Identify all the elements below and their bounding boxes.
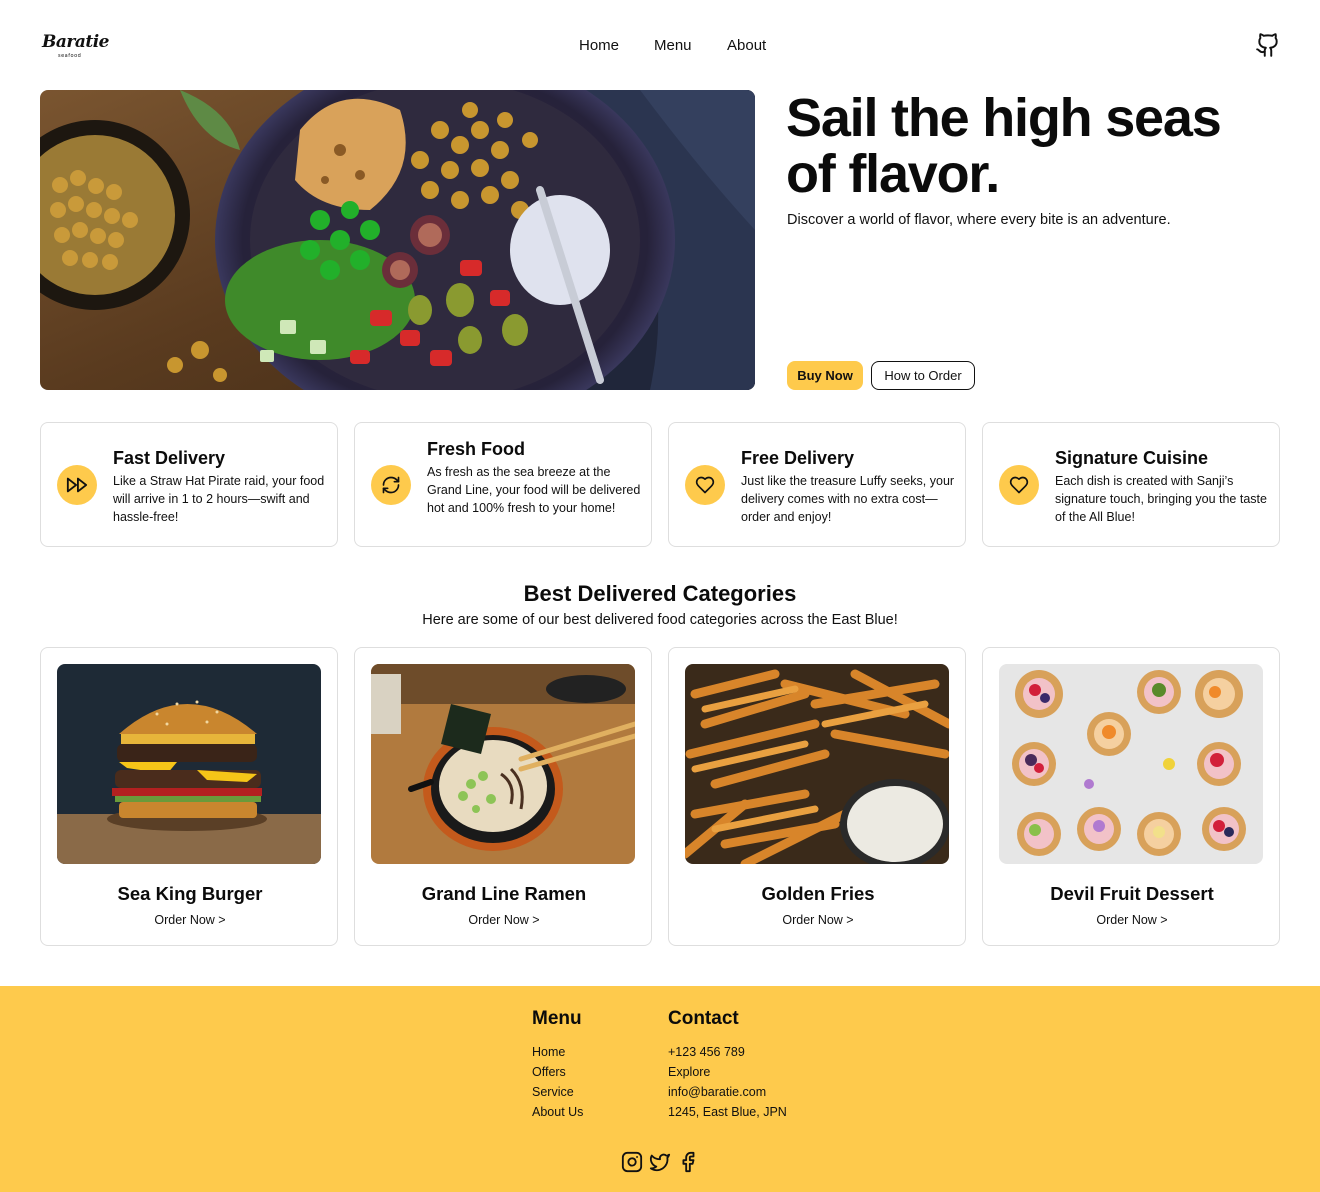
contact-phone[interactable]: +123 456 789 — [668, 1042, 787, 1062]
feature-title: Free Delivery — [741, 448, 855, 468]
contact-email[interactable]: info@baratie.com — [668, 1082, 787, 1102]
category-name: Devil Fruit Dessert — [1050, 883, 1214, 904]
logo-wordmark: Baratie — [42, 32, 109, 52]
category-card-fries[interactable]: Golden Fries Order Now > — [668, 647, 966, 946]
nav-home[interactable]: Home — [579, 37, 654, 54]
category-name: Sea King Burger — [117, 883, 263, 904]
feature-title: Signature Cuisine — [1055, 448, 1209, 468]
footer-menu-column: Menu Home Offers Service About Us — [532, 1008, 583, 1122]
hero-food-bowl-image — [40, 90, 755, 390]
burger-image — [57, 664, 321, 864]
twitter-icon[interactable] — [649, 1151, 671, 1173]
github-icon[interactable] — [1255, 32, 1281, 58]
instagram-icon[interactable] — [621, 1151, 643, 1173]
feature-card-free-delivery: Free Delivery Just like the treasure Luf… — [668, 422, 966, 547]
heart-icon — [999, 465, 1039, 505]
footer-link-home[interactable]: Home — [532, 1042, 583, 1062]
order-now-link[interactable]: Order Now > — [41, 913, 339, 927]
footer-link-service[interactable]: Service — [532, 1082, 583, 1102]
hero-title: Sail the high seas of flavor. — [786, 88, 1222, 204]
category-name: Golden Fries — [761, 883, 875, 904]
category-card-burger[interactable]: Sea King Burger Order Now > — [40, 647, 338, 946]
feature-description: Like a Straw Hat Pirate raid, your food … — [113, 474, 325, 524]
feature-card-fresh-food: Fresh Food As fresh as the sea breeze at… — [354, 422, 652, 547]
categories-title: Best Delivered Categories — [523, 581, 797, 606]
dessert-image — [999, 664, 1263, 864]
buy-now-button[interactable]: Buy Now — [787, 361, 863, 390]
nav-menu[interactable]: Menu — [654, 37, 727, 54]
feature-card-signature-cuisine: Signature Cuisine Each dish is created w… — [982, 422, 1280, 547]
footer: Menu Home Offers Service About Us Contac… — [0, 986, 1320, 1192]
feature-card-fast-delivery: Fast Delivery Like a Straw Hat Pirate ra… — [40, 422, 338, 547]
facebook-icon[interactable] — [677, 1151, 699, 1173]
footer-link-offers[interactable]: Offers — [532, 1062, 583, 1082]
feature-description: Just like the treasure Luffy seeks, your… — [741, 474, 955, 524]
feature-title: Fast Delivery — [113, 448, 226, 468]
footer-menu-title: Menu — [532, 1008, 582, 1029]
contact-explore[interactable]: Explore — [668, 1062, 787, 1082]
hero-subtitle: Discover a world of flavor, where every … — [787, 212, 1171, 228]
refresh-icon — [371, 465, 411, 505]
order-now-link[interactable]: Order Now > — [983, 913, 1281, 927]
how-to-order-button[interactable]: How to Order — [871, 361, 975, 390]
contact-address: 1245, East Blue, JPN — [668, 1105, 787, 1119]
fast-forward-icon — [57, 465, 97, 505]
ramen-image — [371, 664, 635, 864]
footer-contact-title: Contact — [668, 1008, 739, 1029]
footer-link-about-us[interactable]: About Us — [532, 1102, 583, 1122]
main-nav: Home Menu About — [579, 37, 766, 54]
nav-about[interactable]: About — [727, 37, 766, 54]
order-now-link[interactable]: Order Now > — [669, 913, 967, 927]
heart-icon — [685, 465, 725, 505]
footer-contact-column: Contact +123 456 789 Explore info@barati… — [668, 1008, 787, 1122]
category-card-ramen[interactable]: Grand Line Ramen Order Now > — [354, 647, 652, 946]
feature-description: As fresh as the sea breeze at the Grand … — [427, 465, 641, 515]
feature-description: Each dish is created with Sanji’s signat… — [1055, 474, 1267, 524]
order-now-link[interactable]: Order Now > — [355, 913, 653, 927]
category-name: Grand Line Ramen — [421, 883, 587, 904]
logo-tagline: seafood — [58, 53, 82, 59]
baratie-logo[interactable]: Baratie seafood — [42, 30, 109, 62]
fries-image — [685, 664, 949, 864]
header: Baratie seafood Home Menu About — [0, 0, 1320, 90]
feature-title: Fresh Food — [427, 439, 525, 459]
category-card-dessert[interactable]: Devil Fruit Dessert Order Now > — [982, 647, 1280, 946]
categories-subtitle: Here are some of our best delivered food… — [422, 612, 898, 628]
